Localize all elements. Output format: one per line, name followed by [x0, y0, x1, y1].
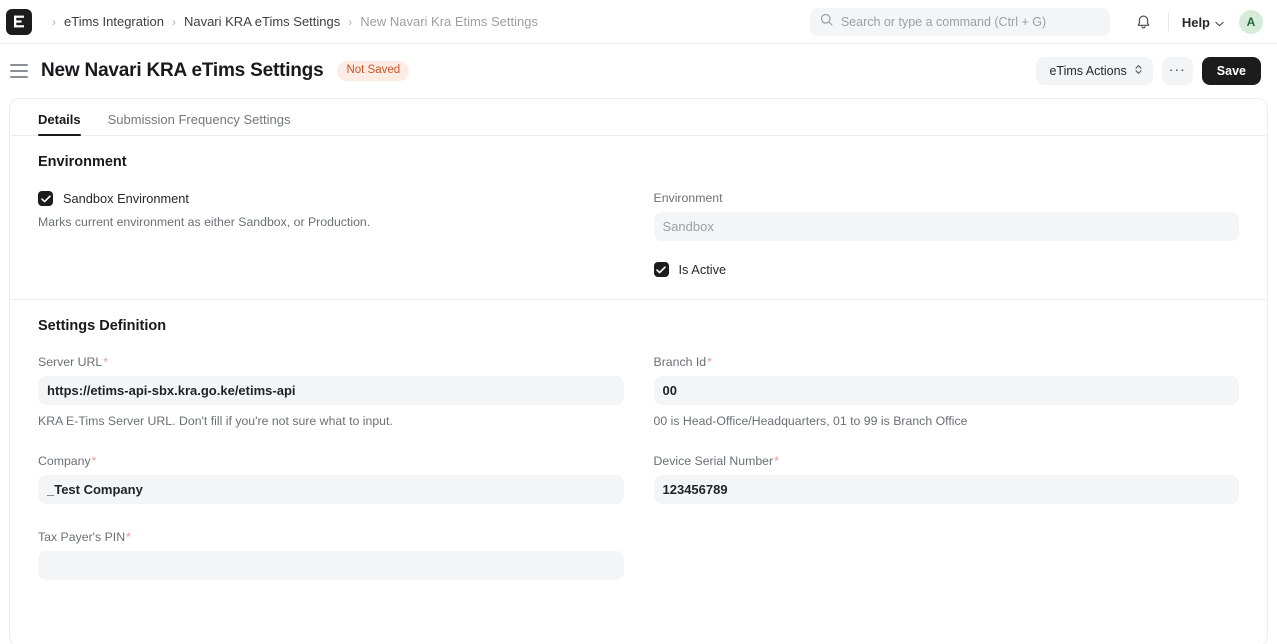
environment-field-label: Environment: [653, 191, 723, 205]
branch-id-field: Branch Id* 00 00 is Head-Office/Headquar…: [653, 355, 1240, 428]
sandbox-environment-help: Marks current environment as either Sand…: [38, 215, 371, 229]
app-logo-icon[interactable]: [6, 8, 32, 35]
checkbox-checked-icon[interactable]: [38, 191, 53, 206]
server-url-field: Server URL* https://etims-api-sbx.kra.go…: [38, 355, 624, 428]
help-label: Help: [1181, 14, 1210, 30]
etims-actions-button[interactable]: eTims Actions: [1036, 57, 1153, 85]
more-options-button[interactable]: ···: [1161, 57, 1193, 85]
form-tabs: Details Submission Frequency Settings: [10, 99, 1267, 136]
server-url-label: Server URL*: [38, 355, 624, 369]
burger-line-2: [10, 70, 28, 72]
breadcrumb-separator-0: ›: [52, 14, 56, 29]
breadcrumb-separator-2: ›: [348, 14, 353, 29]
company-field: Company* _Test Company: [38, 454, 624, 504]
environment-field-input[interactable]: Sandbox: [653, 212, 1239, 241]
company-label-text: Company: [38, 454, 91, 468]
breadcrumb-item-etims-integration[interactable]: eTims Integration: [64, 14, 164, 29]
server-url-help: KRA E-Tims Server URL. Don't fill if you…: [38, 414, 393, 428]
section-environment-title: Environment: [38, 154, 127, 170]
tax-payers-pin-label: Tax Payer's PIN*: [38, 530, 624, 544]
required-asterisk: *: [91, 454, 97, 468]
sandbox-environment-label: Sandbox Environment: [63, 191, 189, 206]
section-settings-definition-title: Settings Definition: [38, 318, 167, 334]
sidebar-toggle-icon[interactable]: [10, 64, 28, 78]
search-icon: [820, 13, 833, 31]
settings-left-column: Server URL* https://etims-api-sbx.kra.go…: [38, 355, 624, 580]
environment-field: Environment Sandbox: [653, 191, 1239, 241]
branch-id-label-text: Branch Id: [653, 355, 707, 369]
server-url-input[interactable]: https://etims-api-sbx.kra.go.ke/etims-ap…: [38, 376, 624, 405]
navbar-right-group: Search or type a command (Ctrl + G) Help…: [809, 0, 1263, 44]
etims-actions-label: eTims Actions: [1049, 64, 1127, 78]
is-active-label: Is Active: [678, 262, 727, 277]
checkbox-checked-icon[interactable]: [653, 262, 669, 277]
breadcrumb-separator-1: ›: [171, 14, 176, 29]
environment-right-column: Environment Sandbox Is Active: [653, 191, 1240, 277]
page-title: New Navari KRA eTims Settings: [41, 60, 324, 81]
environment-left-column: Sandbox Environment Marks current enviro…: [38, 191, 624, 277]
breadcrumb: › eTims Integration › Navari KRA eTims S…: [44, 14, 538, 29]
sandbox-environment-checkbox-row[interactable]: Sandbox Environment: [38, 191, 624, 206]
required-asterisk: *: [707, 355, 712, 369]
navbar-divider: [1167, 13, 1169, 31]
server-url-label-text: Server URL: [38, 355, 103, 369]
form-card: Details Submission Frequency Settings En…: [9, 98, 1268, 644]
tax-payers-pin-field: Tax Payer's PIN*: [38, 530, 624, 580]
section-settings-definition-grid: Server URL* https://etims-api-sbx.kra.go…: [38, 355, 1239, 580]
device-serial-number-field: Device Serial Number* 123456789: [653, 454, 1240, 504]
avatar[interactable]: A: [1239, 10, 1263, 34]
required-asterisk: *: [126, 530, 131, 544]
tax-payers-pin-input[interactable]: [38, 551, 624, 580]
status-badge: Not Saved: [337, 61, 410, 81]
top-navbar: › eTims Integration › Navari KRA eTims S…: [0, 0, 1277, 44]
branch-id-help: 00 is Head-Office/Headquarters, 01 to 99…: [653, 414, 968, 428]
device-serial-number-label-text: Device Serial Number: [653, 454, 774, 468]
page-titlebar: New Navari KRA eTims Settings Not Saved …: [0, 44, 1277, 98]
burger-line-3: [10, 76, 28, 78]
section-environment: Environment Sandbox Environment Marks cu…: [10, 136, 1267, 299]
page-actions-group: eTims Actions ··· Save: [1036, 44, 1261, 98]
is-active-checkbox-row[interactable]: Is Active: [653, 262, 1240, 277]
chevron-down-icon: [1215, 15, 1224, 30]
chevron-updown-icon: [1134, 63, 1143, 79]
company-label: Company*: [38, 454, 624, 468]
burger-line-1: [10, 64, 28, 66]
tab-details[interactable]: Details: [38, 112, 81, 136]
branch-id-input[interactable]: 00: [653, 376, 1239, 405]
company-input[interactable]: _Test Company: [38, 475, 624, 504]
section-settings-definition: Settings Definition Server URL* https://…: [10, 299, 1267, 602]
device-serial-number-input[interactable]: 123456789: [653, 475, 1239, 504]
section-environment-grid: Sandbox Environment Marks current enviro…: [38, 191, 1239, 277]
breadcrumb-item-navari-kra-etims-settings[interactable]: Navari KRA eTims Settings: [184, 14, 340, 29]
settings-right-column: Branch Id* 00 00 is Head-Office/Headquar…: [653, 355, 1240, 580]
required-asterisk: *: [774, 454, 779, 468]
breadcrumb-item-current: New Navari Kra Etims Settings: [360, 14, 538, 29]
search-input[interactable]: Search or type a command (Ctrl + G): [809, 8, 1110, 36]
required-asterisk: *: [103, 355, 109, 369]
save-button[interactable]: Save: [1201, 57, 1261, 85]
tax-payers-pin-label-text: Tax Payer's PIN: [38, 530, 126, 544]
device-serial-number-label: Device Serial Number*: [654, 454, 1240, 468]
notifications-bell-icon[interactable]: [1132, 10, 1156, 34]
help-menu-button[interactable]: Help: [1182, 15, 1224, 30]
tab-submission-frequency-settings[interactable]: Submission Frequency Settings: [108, 112, 291, 135]
branch-id-label: Branch Id*: [654, 355, 1240, 369]
search-placeholder-text: Search or type a command (Ctrl + G): [840, 15, 1047, 29]
